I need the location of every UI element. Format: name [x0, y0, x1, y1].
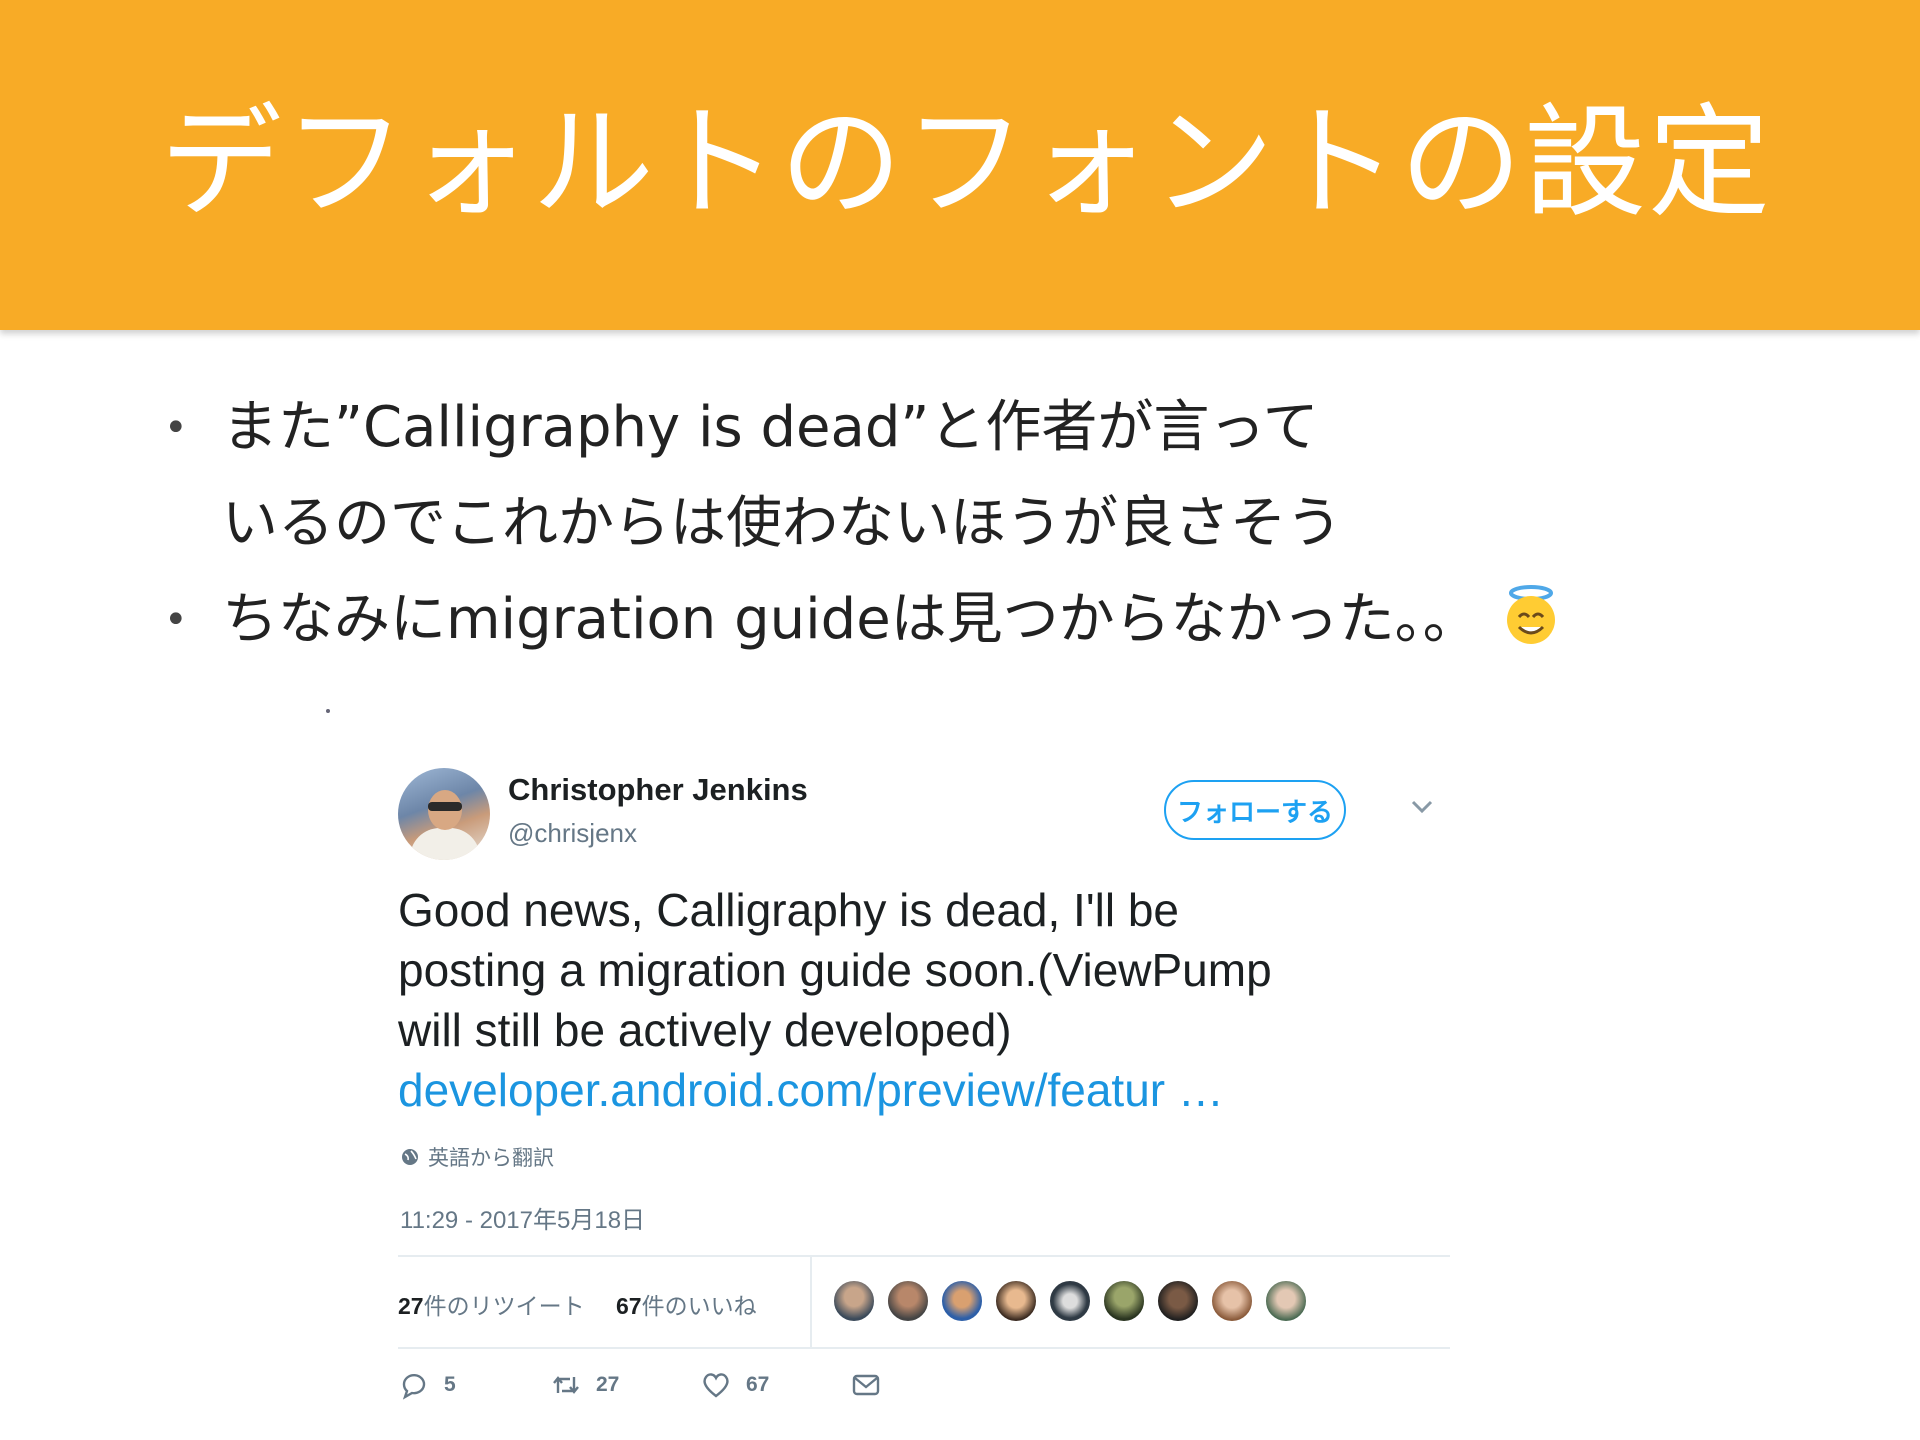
liker-avatar[interactable]	[886, 1279, 930, 1323]
bullet-item-1: • また”Calligraphy is dead”と作者が言って いるのでこれか…	[160, 380, 1800, 572]
bullet-item-2: • ちなみにmigration guideは見つからなかった。。	[160, 572, 1800, 668]
bullet-dot-icon: •	[164, 597, 188, 643]
avatar-body	[410, 828, 480, 860]
author-handle[interactable]: @chrisjenx	[508, 818, 637, 849]
liker-avatar[interactable]	[940, 1279, 984, 1323]
reply-button[interactable]: 5	[398, 1369, 456, 1401]
tweet-stats: 27件のリツイート 67件のいいね	[398, 1257, 1450, 1347]
liker-avatar[interactable]	[1210, 1279, 1254, 1323]
retweet-icon	[553, 1376, 579, 1394]
slide-header: デフォルトのフォントの設定	[0, 0, 1920, 330]
globe-icon	[402, 1149, 418, 1165]
envelope-icon	[852, 1374, 880, 1396]
retweets-count: 27	[398, 1293, 424, 1319]
tweet-body: Good news, Calligraphy is dead, I'll be …	[398, 880, 1458, 1120]
stats-separator	[810, 1257, 812, 1347]
liker-avatar[interactable]	[994, 1279, 1038, 1323]
translate-label[interactable]: 英語から翻訳	[428, 1142, 554, 1172]
tweet-card: Christopher Jenkins @chrisjenx フォローする Go…	[398, 760, 1458, 1420]
tweet-body-line-1: Good news, Calligraphy is dead, I'll be	[398, 884, 1179, 936]
retweet-count: 27	[596, 1373, 620, 1396]
liker-avatar[interactable]	[1264, 1279, 1308, 1323]
tweet-link[interactable]: developer.android.com/preview/featur …	[398, 1060, 1458, 1120]
retweets-stat[interactable]: 27件のリツイート	[398, 1287, 585, 1321]
speck	[326, 709, 330, 713]
like-button[interactable]: 67	[700, 1369, 769, 1401]
bullet-2-line-1: ちなみにmigration guideは見つからなかった。。	[222, 587, 1479, 652]
liker-avatar[interactable]	[1048, 1279, 1092, 1323]
bullet-1-line-2: いるのでこれからは使わないほうが良さそう	[222, 491, 1342, 556]
heart-icon	[703, 1373, 729, 1398]
retweets-label: 件のリツイート	[423, 1293, 585, 1319]
liker-avatar[interactable]	[832, 1279, 876, 1323]
liker-avatar[interactable]	[1156, 1279, 1200, 1323]
reply-icon	[402, 1373, 426, 1400]
direct-message-button[interactable]	[850, 1369, 882, 1401]
bullet-1-line-1: また”Calligraphy is dead”と作者が言って	[222, 395, 1319, 460]
slide-title: デフォルトのフォントの設定	[160, 92, 1772, 234]
author-avatar[interactable]	[398, 768, 490, 860]
liker-avatar[interactable]	[1102, 1279, 1146, 1323]
bullet-list: • また”Calligraphy is dead”と作者が言って いるのでこれか…	[160, 380, 1800, 668]
likes-label: 件のいいね	[641, 1293, 757, 1319]
translate-link[interactable]: 英語から翻訳	[400, 1142, 554, 1172]
avatar-glasses	[428, 802, 462, 811]
tweet-actions: 5 27 67	[398, 1365, 1450, 1415]
tweet-body-line-2: posting a migration guide soon.(ViewPump	[398, 944, 1272, 996]
liker-avatars	[832, 1279, 1308, 1323]
divider	[398, 1347, 1450, 1349]
retweet-button[interactable]: 27	[550, 1369, 619, 1401]
chevron-down-icon[interactable]	[1408, 792, 1436, 820]
tweet-timestamp[interactable]: 11:29 - 2017年5月18日	[400, 1200, 645, 1235]
smiling-face-with-halo-icon	[1500, 580, 1562, 644]
likes-stat[interactable]: 67件のいいね	[616, 1287, 757, 1321]
follow-button[interactable]: フォローする	[1164, 780, 1346, 840]
like-count: 67	[746, 1373, 770, 1396]
bullet-dot-icon: •	[164, 405, 188, 451]
tweet-body-line-3: will still be actively developed)	[398, 1004, 1012, 1056]
author-name[interactable]: Christopher Jenkins	[508, 772, 808, 808]
likes-count: 67	[616, 1293, 642, 1319]
reply-count: 5	[444, 1373, 456, 1396]
